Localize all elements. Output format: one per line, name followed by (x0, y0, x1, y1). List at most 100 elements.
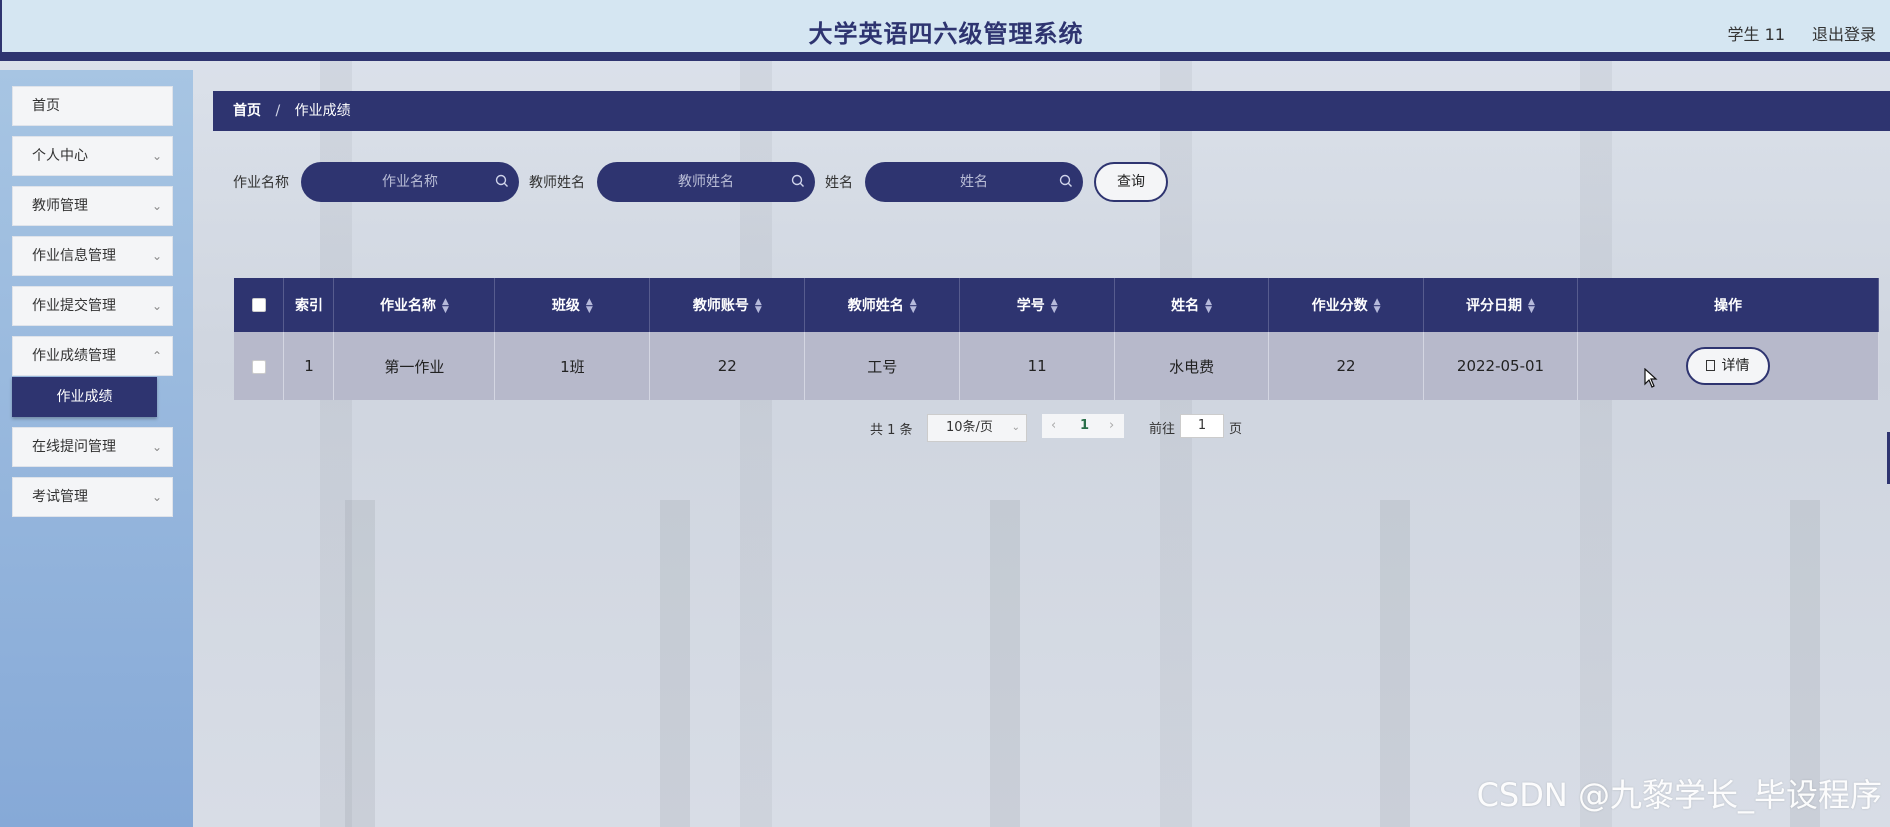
sidebar-item-exam-management[interactable]: 考试管理 ⌄ (12, 477, 173, 517)
cell-date: 2022-05-01 (1423, 332, 1578, 400)
logout-link[interactable]: 退出登录 (1812, 21, 1876, 45)
column-label: 索引 (294, 298, 323, 314)
chevron-up-icon: ⌃ (151, 349, 162, 363)
sidebar-item-label: 首页 (32, 98, 60, 114)
sidebar-item-label: 个人中心 (32, 148, 88, 164)
chevron-down-icon: ⌄ (151, 249, 162, 263)
sidebar-item-label: 作业提交管理 (32, 298, 116, 314)
breadcrumb-current: 作业成绩 (294, 103, 351, 119)
sidebar-subitem-homework-score[interactable]: 作业成绩 (12, 377, 157, 417)
chevron-down-icon: ⌄ (151, 149, 162, 163)
next-page-icon[interactable]: › (1109, 414, 1114, 438)
column-label: 教师账号 (692, 298, 749, 314)
sort-icon[interactable]: ▲ ▼ (1051, 298, 1058, 315)
sidebar-item-teacher-management[interactable]: 教师管理 ⌄ (12, 186, 173, 226)
cell-class: 1班 (494, 332, 651, 400)
column-label: 班级 (551, 298, 580, 314)
column-header-score[interactable]: 作业分数 ▲ ▼ (1268, 278, 1425, 332)
document-icon (1706, 360, 1716, 371)
top-header: 大学英语四六级管理系统 学生 11 退出登录 (0, 0, 1890, 61)
goto-label: 前往 (1149, 422, 1176, 437)
sidebar-item-homework-score[interactable]: 作业成绩管理 ⌃ (12, 336, 173, 376)
teacher-name-input[interactable] (597, 162, 815, 202)
search-field-homework-name (301, 162, 519, 202)
search-field-teacher-name (597, 162, 815, 202)
sidebar-item-label: 考试管理 (32, 489, 88, 505)
sort-icon[interactable]: ▲ ▼ (910, 298, 917, 315)
current-user: 学生 11 (1727, 25, 1785, 44)
page-suffix: 页 (1229, 422, 1243, 437)
goto-page-input[interactable]: 1 (1180, 414, 1224, 438)
column-header-homework-name[interactable]: 作业名称 ▲ ▼ (333, 278, 496, 332)
row-checkbox[interactable] (251, 359, 266, 374)
sort-icon[interactable]: ▲ ▼ (442, 298, 449, 315)
search-field-student-name (865, 162, 1083, 202)
search-label-teacher-name: 教师姓名 (529, 175, 585, 191)
search-icon (1059, 174, 1072, 187)
sidebar-item-homework-info[interactable]: 作业信息管理 ⌄ (12, 236, 173, 276)
sidebar-item-personal-center[interactable]: 个人中心 ⌄ (12, 136, 173, 176)
column-label: 作业名称 (379, 298, 436, 314)
sidebar-item-online-question[interactable]: 在线提问管理 ⌄ (12, 427, 173, 467)
select-all-header (234, 278, 285, 332)
mouse-cursor-icon (1644, 368, 1658, 388)
breadcrumb-home[interactable]: 首页 (233, 103, 261, 119)
page-navigator: ‹ 1 › (1042, 414, 1124, 438)
app-title: 大学英语四六级管理系统 (808, 20, 1084, 48)
sidebar-item-homework-submission[interactable]: 作业提交管理 ⌄ (12, 286, 173, 326)
pagination-total: 共 1 条 (870, 423, 913, 438)
sidebar-item-home[interactable]: 首页 (12, 86, 173, 126)
chevron-down-icon: ⌄ (151, 299, 162, 313)
homework-name-input[interactable] (301, 162, 519, 202)
sidebar-item-label: 教师管理 (32, 198, 88, 214)
table-header-row: 索引 作业名称 ▲ ▼ 班级 ▲ ▼ 教师账号 ▲ ▼ 教师姓名 ▲ ▼ 学号 ▲ ▼ 姓名 ▲ ▼ 作… (234, 278, 1880, 332)
column-header-student-name[interactable]: 姓名 ▲ ▼ (1114, 278, 1270, 332)
page-size-select[interactable]: 10条/页 ⌄ (927, 414, 1027, 442)
sort-icon[interactable]: ▲ ▼ (586, 298, 593, 315)
search-label-homework-name: 作业名称 (233, 175, 289, 191)
column-header-action: 操作 (1577, 278, 1880, 332)
chevron-down-icon: ⌄ (1011, 422, 1020, 433)
background-post (345, 500, 375, 827)
column-label: 操作 (1713, 298, 1742, 314)
prev-page-icon[interactable]: ‹ (1051, 414, 1056, 438)
column-header-index: 索引 (283, 278, 335, 332)
search-icon (791, 174, 804, 187)
student-name-input[interactable] (865, 162, 1083, 202)
sort-icon[interactable]: ▲ ▼ (1205, 298, 1212, 315)
cell-student-name: 水电费 (1114, 332, 1270, 400)
background-post (990, 500, 1020, 827)
sort-icon[interactable]: ▲ ▼ (1528, 298, 1535, 315)
breadcrumb: 首页 / 作业成绩 (213, 91, 1890, 131)
score-table: 索引 作业名称 ▲ ▼ 班级 ▲ ▼ 教师账号 ▲ ▼ 教师姓名 ▲ ▼ 学号 ▲ ▼ 姓名 ▲ ▼ 作… (234, 278, 1880, 400)
page-number-current[interactable]: 1 (1080, 414, 1089, 438)
sidebar-item-label: 在线提问管理 (32, 439, 116, 455)
background-post (1380, 500, 1410, 827)
sidebar: 首页 个人中心 ⌄ 教师管理 ⌄ 作业信息管理 ⌄ 作业提交管理 ⌄ 作业成绩管… (0, 70, 193, 827)
sort-icon[interactable]: ▲ ▼ (1374, 298, 1381, 315)
sidebar-item-label: 作业信息管理 (32, 248, 116, 264)
search-label-student-name: 姓名 (825, 175, 853, 191)
page-size-value: 10条/页 (946, 420, 993, 435)
column-header-teacher-account[interactable]: 教师账号 ▲ ▼ (649, 278, 806, 332)
column-label: 作业分数 (1311, 298, 1368, 314)
cell-student-no: 11 (959, 332, 1116, 400)
cell-homework-name: 第一作业 (333, 332, 496, 400)
column-header-student-no[interactable]: 学号 ▲ ▼ (959, 278, 1116, 332)
column-label: 教师姓名 (847, 298, 904, 314)
search-icon (495, 174, 508, 187)
column-header-teacher-name[interactable]: 教师姓名 ▲ ▼ (804, 278, 961, 332)
column-header-date[interactable]: 评分日期 ▲ ▼ (1423, 278, 1578, 332)
cell-teacher-name: 工号 (804, 332, 961, 400)
select-all-checkbox[interactable] (251, 298, 266, 312)
sort-icon[interactable]: ▲ ▼ (755, 298, 762, 315)
column-header-class[interactable]: 班级 ▲ ▼ (494, 278, 651, 332)
cell-action: 详情 (1577, 332, 1880, 400)
detail-button[interactable]: 详情 (1685, 347, 1770, 385)
cell-index: 1 (283, 332, 335, 400)
chevron-down-icon: ⌄ (151, 440, 162, 454)
cell-score: 22 (1268, 332, 1425, 400)
table-row: 1 第一作业 1班 22 工号 11 水电费 22 2022-05-01 详情 (234, 332, 1880, 400)
row-select-cell (234, 332, 285, 400)
query-button[interactable]: 查询 (1094, 162, 1168, 202)
